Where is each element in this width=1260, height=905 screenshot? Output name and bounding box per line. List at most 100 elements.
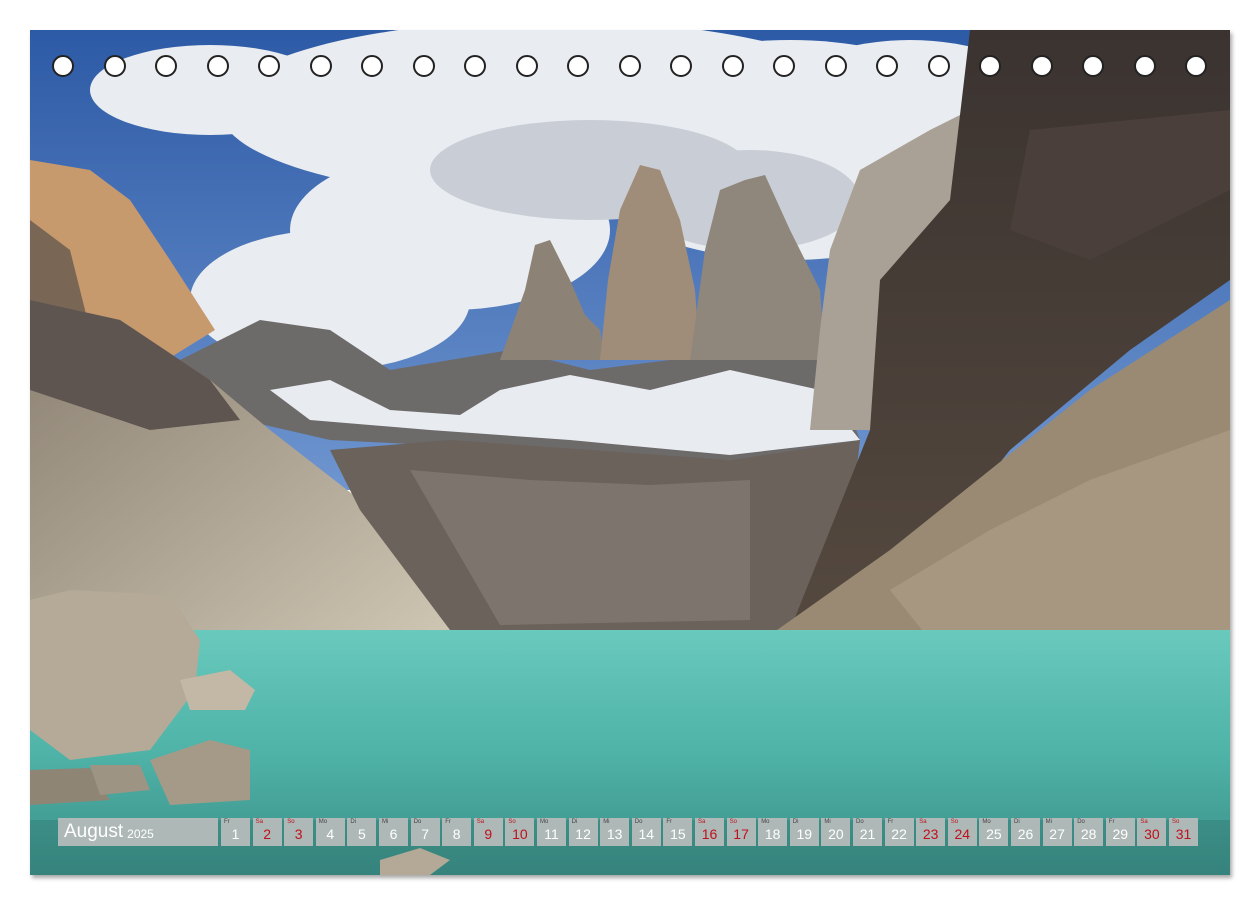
day-of-week: Fr — [224, 819, 230, 825]
calendar-day: Mi 13 — [600, 818, 630, 846]
day-number: 30 — [1144, 826, 1160, 842]
landscape-photo — [30, 30, 1230, 875]
calendar-day: Mi 20 — [821, 818, 851, 846]
day-of-week: Sa — [255, 819, 263, 825]
day-of-week: Mi — [824, 819, 831, 825]
day-of-week: So — [1172, 819, 1180, 825]
day-number: 10 — [512, 826, 528, 842]
binding-hole — [309, 55, 332, 77]
day-number: 3 — [294, 826, 303, 842]
binding-hole — [155, 55, 177, 77]
day-number: 28 — [1080, 826, 1097, 842]
day-of-week: Fr — [887, 819, 894, 825]
day-of-week: Sa — [698, 819, 706, 825]
day-of-week: So — [508, 819, 516, 825]
calendar-day: So 3 — [284, 818, 314, 846]
calendar-page: August 2025 Fr 1 Sa 2 So 3 Mo 4 Di 5 Mi 6 Do 7 Fr 8 Sa 9 S… — [30, 30, 1230, 875]
binding-hole — [258, 55, 280, 77]
month-label: August 2025 — [58, 818, 218, 846]
binding-hole — [721, 55, 744, 77]
day-number: 20 — [828, 826, 844, 842]
day-number: 11 — [544, 826, 559, 842]
day-number: 4 — [326, 826, 335, 842]
day-number: 15 — [670, 826, 686, 842]
binding-hole — [979, 55, 1001, 77]
calendar-day: Do 7 — [410, 818, 440, 846]
calendar-day: Sa 2 — [252, 818, 282, 846]
day-of-week: Mi — [382, 819, 389, 825]
binding-hole — [412, 55, 435, 77]
binding-hole — [1030, 55, 1053, 77]
day-of-week: So — [950, 819, 959, 825]
day-of-week: Mo — [318, 819, 328, 825]
day-number: 24 — [954, 826, 971, 842]
binding-hole — [773, 55, 795, 77]
calendar-day: Mo 4 — [315, 818, 345, 846]
binding-hole — [1185, 55, 1207, 77]
calendar-day: So 10 — [505, 818, 535, 846]
calendar-day: Sa 30 — [1137, 818, 1167, 846]
day-of-week: Mo — [982, 819, 991, 825]
day-number: 9 — [484, 826, 493, 842]
calendar-day: Do 21 — [853, 818, 882, 846]
day-of-week: Mo — [761, 819, 770, 825]
month-year: 2025 — [127, 827, 154, 841]
calendar-day: So 24 — [947, 818, 977, 846]
calendar-day: Mi 6 — [379, 818, 408, 846]
day-number: 17 — [733, 826, 749, 842]
calendar-strip: August 2025 Fr 1 Sa 2 So 3 Mo 4 Di 5 Mi 6 Do 7 Fr 8 Sa 9 S… — [58, 818, 1203, 846]
day-number: 22 — [891, 826, 907, 842]
binding-hole — [464, 55, 486, 77]
day-of-week: Do — [634, 819, 643, 825]
calendar-day: Di 19 — [789, 818, 819, 846]
day-of-week: Di — [1014, 819, 1020, 825]
calendar-day: Mo 25 — [979, 818, 1009, 846]
day-number: 25 — [986, 826, 1002, 842]
calendar-day: Do 14 — [631, 818, 661, 846]
calendar-day: Sa 16 — [695, 818, 724, 846]
day-of-week: Fr — [445, 819, 451, 825]
calendar-day: Fr 8 — [442, 818, 472, 846]
day-number: 21 — [859, 826, 876, 842]
binding-hole — [1082, 55, 1104, 77]
calendar-day: Mo 18 — [758, 818, 788, 846]
day-number: 6 — [389, 826, 398, 842]
day-of-week: Sa — [919, 819, 927, 825]
day-of-week: So — [287, 819, 295, 825]
day-of-week: Fr — [1108, 819, 1115, 825]
day-number: 27 — [1049, 826, 1065, 842]
binding-holes — [30, 30, 1230, 104]
calendar-day: Di 26 — [1011, 818, 1040, 846]
day-of-week: Mo — [540, 819, 549, 825]
day-of-week: Do — [856, 819, 864, 825]
binding-hole — [567, 55, 589, 77]
calendar-day: Fr 1 — [221, 818, 250, 846]
binding-hole — [927, 55, 950, 77]
day-of-week: Mi — [603, 819, 610, 825]
binding-hole — [618, 55, 641, 77]
day-number: 26 — [1017, 826, 1034, 842]
calendar-day: Di 12 — [568, 818, 598, 846]
day-number: 23 — [922, 826, 939, 842]
calendar-day: Mo 11 — [537, 818, 566, 846]
binding-hole — [824, 55, 847, 77]
calendar-day: Fr 15 — [663, 818, 693, 846]
binding-hole — [103, 55, 126, 77]
day-number: 13 — [606, 826, 623, 842]
calendar-day: So 17 — [726, 818, 756, 846]
day-of-week: Do — [1077, 819, 1085, 825]
day-number: 18 — [764, 826, 781, 842]
day-of-week: Mi — [1045, 819, 1052, 825]
day-number: 7 — [421, 826, 429, 842]
calendar-day: Sa 23 — [916, 818, 946, 846]
day-number: 14 — [638, 826, 655, 842]
day-of-week: So — [729, 819, 737, 825]
day-of-week: Di — [350, 819, 357, 825]
binding-hole — [670, 55, 692, 77]
day-of-week: Di — [792, 819, 799, 825]
calendar-day: Do 28 — [1074, 818, 1104, 846]
month-name: August — [64, 821, 124, 842]
calendar-day: Mi 27 — [1042, 818, 1072, 846]
day-number: 31 — [1175, 826, 1192, 842]
day-of-week: Sa — [476, 819, 485, 825]
